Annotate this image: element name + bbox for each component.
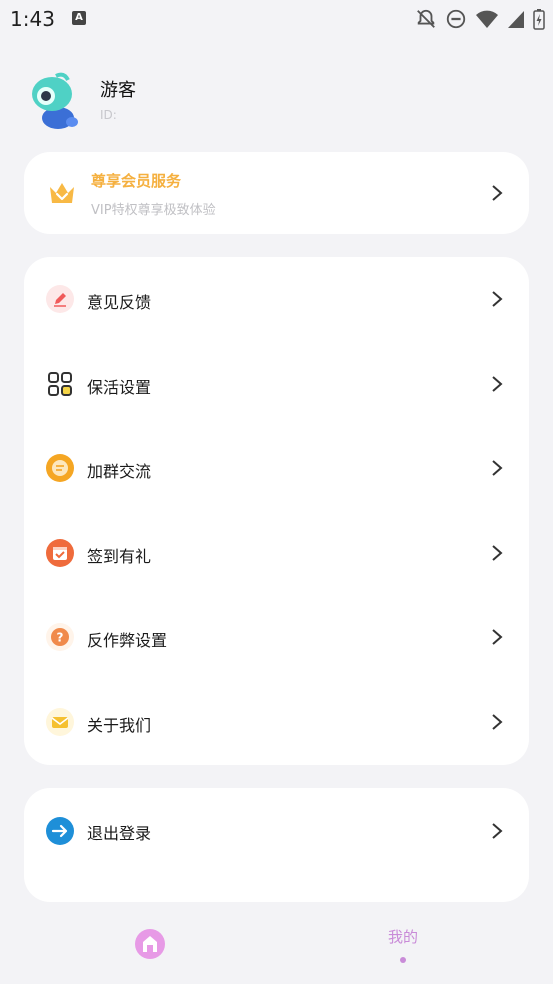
menu-label-keepalive: 保活设置 bbox=[87, 378, 152, 397]
menu-label-feedback: 意见反馈 bbox=[87, 293, 152, 312]
chevron-right-icon bbox=[492, 291, 503, 307]
grid-icon bbox=[48, 372, 72, 396]
username: 游客 bbox=[100, 80, 136, 101]
user-id: ID: bbox=[100, 108, 117, 122]
calendar-icon bbox=[46, 539, 74, 567]
question-icon: ? bbox=[46, 623, 74, 651]
menu-item-about[interactable]: 关于我们 bbox=[24, 680, 529, 764]
tab-mine[interactable]: 我的 bbox=[372, 926, 434, 966]
svg-text:?: ? bbox=[57, 631, 64, 645]
menu-item-keepalive[interactable]: 保活设置 bbox=[24, 342, 529, 426]
chevron-right-icon bbox=[492, 714, 503, 730]
menu-card: 意见反馈 保活设置 加群交流 签到有礼 ? 反作弊设置 关于我们 bbox=[24, 257, 529, 765]
bell-off-icon bbox=[417, 9, 435, 28]
mail-icon bbox=[46, 708, 74, 736]
feedback-icon bbox=[46, 285, 74, 313]
chevron-right-icon bbox=[492, 460, 503, 476]
logout-label: 退出登录 bbox=[87, 824, 152, 843]
tab-mine-label: 我的 bbox=[387, 928, 418, 946]
status-icons bbox=[415, 8, 545, 30]
chat-icon bbox=[46, 454, 74, 482]
menu-label-about: 关于我们 bbox=[87, 716, 152, 735]
chevron-right-icon bbox=[492, 185, 503, 201]
battery-icon bbox=[533, 9, 545, 30]
chevron-right-icon bbox=[492, 545, 503, 561]
menu-item-join-group[interactable]: 加群交流 bbox=[24, 426, 529, 510]
chevron-right-icon bbox=[492, 629, 503, 645]
chevron-right-icon bbox=[492, 823, 503, 839]
home-tab-icon[interactable] bbox=[134, 928, 166, 960]
profile-header[interactable]: 游客 ID: bbox=[26, 72, 346, 132]
vip-service-card[interactable]: 尊享会员服务 VIP特权尊享极致体验 bbox=[24, 152, 529, 234]
logout-button[interactable]: 退出登录 bbox=[24, 788, 529, 872]
chevron-right-icon bbox=[492, 376, 503, 392]
vip-subtitle: VIP特权尊享极致体验 bbox=[91, 203, 216, 218]
avatar[interactable] bbox=[26, 72, 82, 132]
crown-icon bbox=[50, 183, 74, 203]
active-tab-indicator bbox=[400, 957, 406, 963]
menu-label-anti-cheat: 反作弊设置 bbox=[87, 631, 168, 650]
menu-item-anti-cheat[interactable]: ? 反作弊设置 bbox=[24, 595, 529, 679]
do-not-disturb-icon bbox=[446, 9, 466, 29]
status-time: 1:43 bbox=[10, 7, 55, 31]
signal-icon bbox=[508, 11, 524, 28]
status-bar: 1:43 A bbox=[0, 0, 553, 38]
menu-item-checkin[interactable]: 签到有礼 bbox=[24, 511, 529, 595]
menu-item-feedback[interactable]: 意见反馈 bbox=[24, 257, 529, 341]
notification-a-icon: A bbox=[72, 11, 86, 25]
wifi-icon bbox=[476, 10, 498, 28]
bottom-nav: 我的 bbox=[0, 902, 553, 984]
menu-label-join-group: 加群交流 bbox=[87, 462, 152, 481]
vip-title: 尊享会员服务 bbox=[91, 172, 182, 190]
menu-label-checkin: 签到有礼 bbox=[87, 547, 152, 566]
arrow-right-circle-icon bbox=[46, 817, 74, 845]
logout-card: 退出登录 bbox=[24, 788, 529, 902]
